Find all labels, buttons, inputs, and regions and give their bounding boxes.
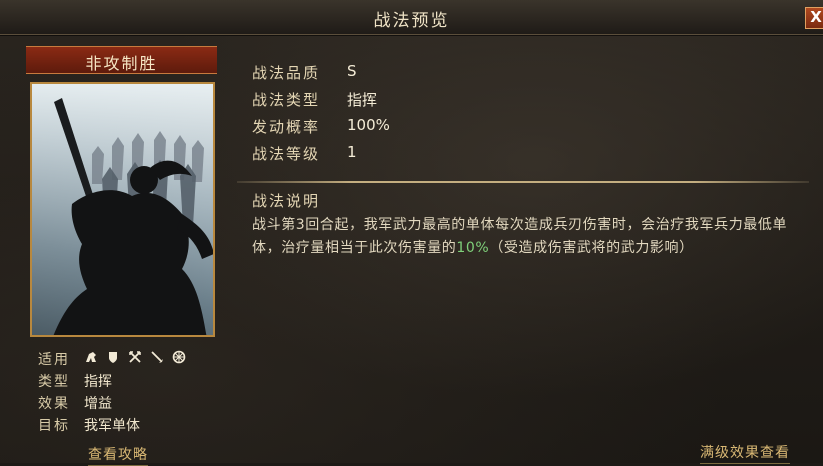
title-bar: 战法预览 X xyxy=(0,0,823,35)
skill-name-banner: 非攻制胜 xyxy=(26,46,217,74)
spear-icon xyxy=(150,350,164,364)
quality-value: S xyxy=(347,62,357,80)
close-button[interactable]: X xyxy=(805,7,823,29)
skill-description: 战斗第3回合起，我军武力最高的单体每次造成兵刃伤害时，会治疗我军兵力最低单体，治… xyxy=(252,214,812,260)
target-value: 我军单体 xyxy=(84,418,140,434)
effect-label: 效果 xyxy=(38,396,70,412)
window-title: 战法预览 xyxy=(373,11,450,31)
target-label: 目标 xyxy=(38,418,70,434)
type-label: 类型 xyxy=(38,374,70,390)
heal-percent-highlight: 10% xyxy=(456,240,490,256)
warrior-silhouette-image xyxy=(32,84,213,335)
applicable-label: 适用 xyxy=(38,352,70,368)
shield-icon xyxy=(106,350,120,364)
skill-type-label: 战法类型 xyxy=(252,91,321,109)
type-value: 指挥 xyxy=(84,374,112,390)
crossed-bows-icon xyxy=(128,350,142,364)
skill-level-label: 战法等级 xyxy=(252,145,321,163)
quality-label: 战法品质 xyxy=(252,64,321,82)
skill-level-value: 1 xyxy=(347,143,357,161)
full-level-effect-link[interactable]: 满级效果查看 xyxy=(700,442,790,464)
skill-preview-panel: 战法预览 X 非攻制胜 适用 类型 指挥 效果 增益 目标 我军单体 查看攻略 … xyxy=(0,0,823,466)
wheel-icon xyxy=(172,350,186,364)
trigger-rate-label: 发动概率 xyxy=(252,118,321,136)
description-title: 战法说明 xyxy=(252,192,321,210)
description-text-tail: （受造成伤害武将的武力影响） xyxy=(489,240,694,256)
skill-illustration xyxy=(30,82,215,337)
cavalry-icon xyxy=(84,350,98,364)
skill-type-value: 指挥 xyxy=(347,91,378,109)
section-divider xyxy=(237,181,809,183)
trigger-rate-value: 100% xyxy=(347,116,390,134)
effect-value: 增益 xyxy=(84,396,112,412)
skill-name: 非攻制胜 xyxy=(85,54,158,73)
